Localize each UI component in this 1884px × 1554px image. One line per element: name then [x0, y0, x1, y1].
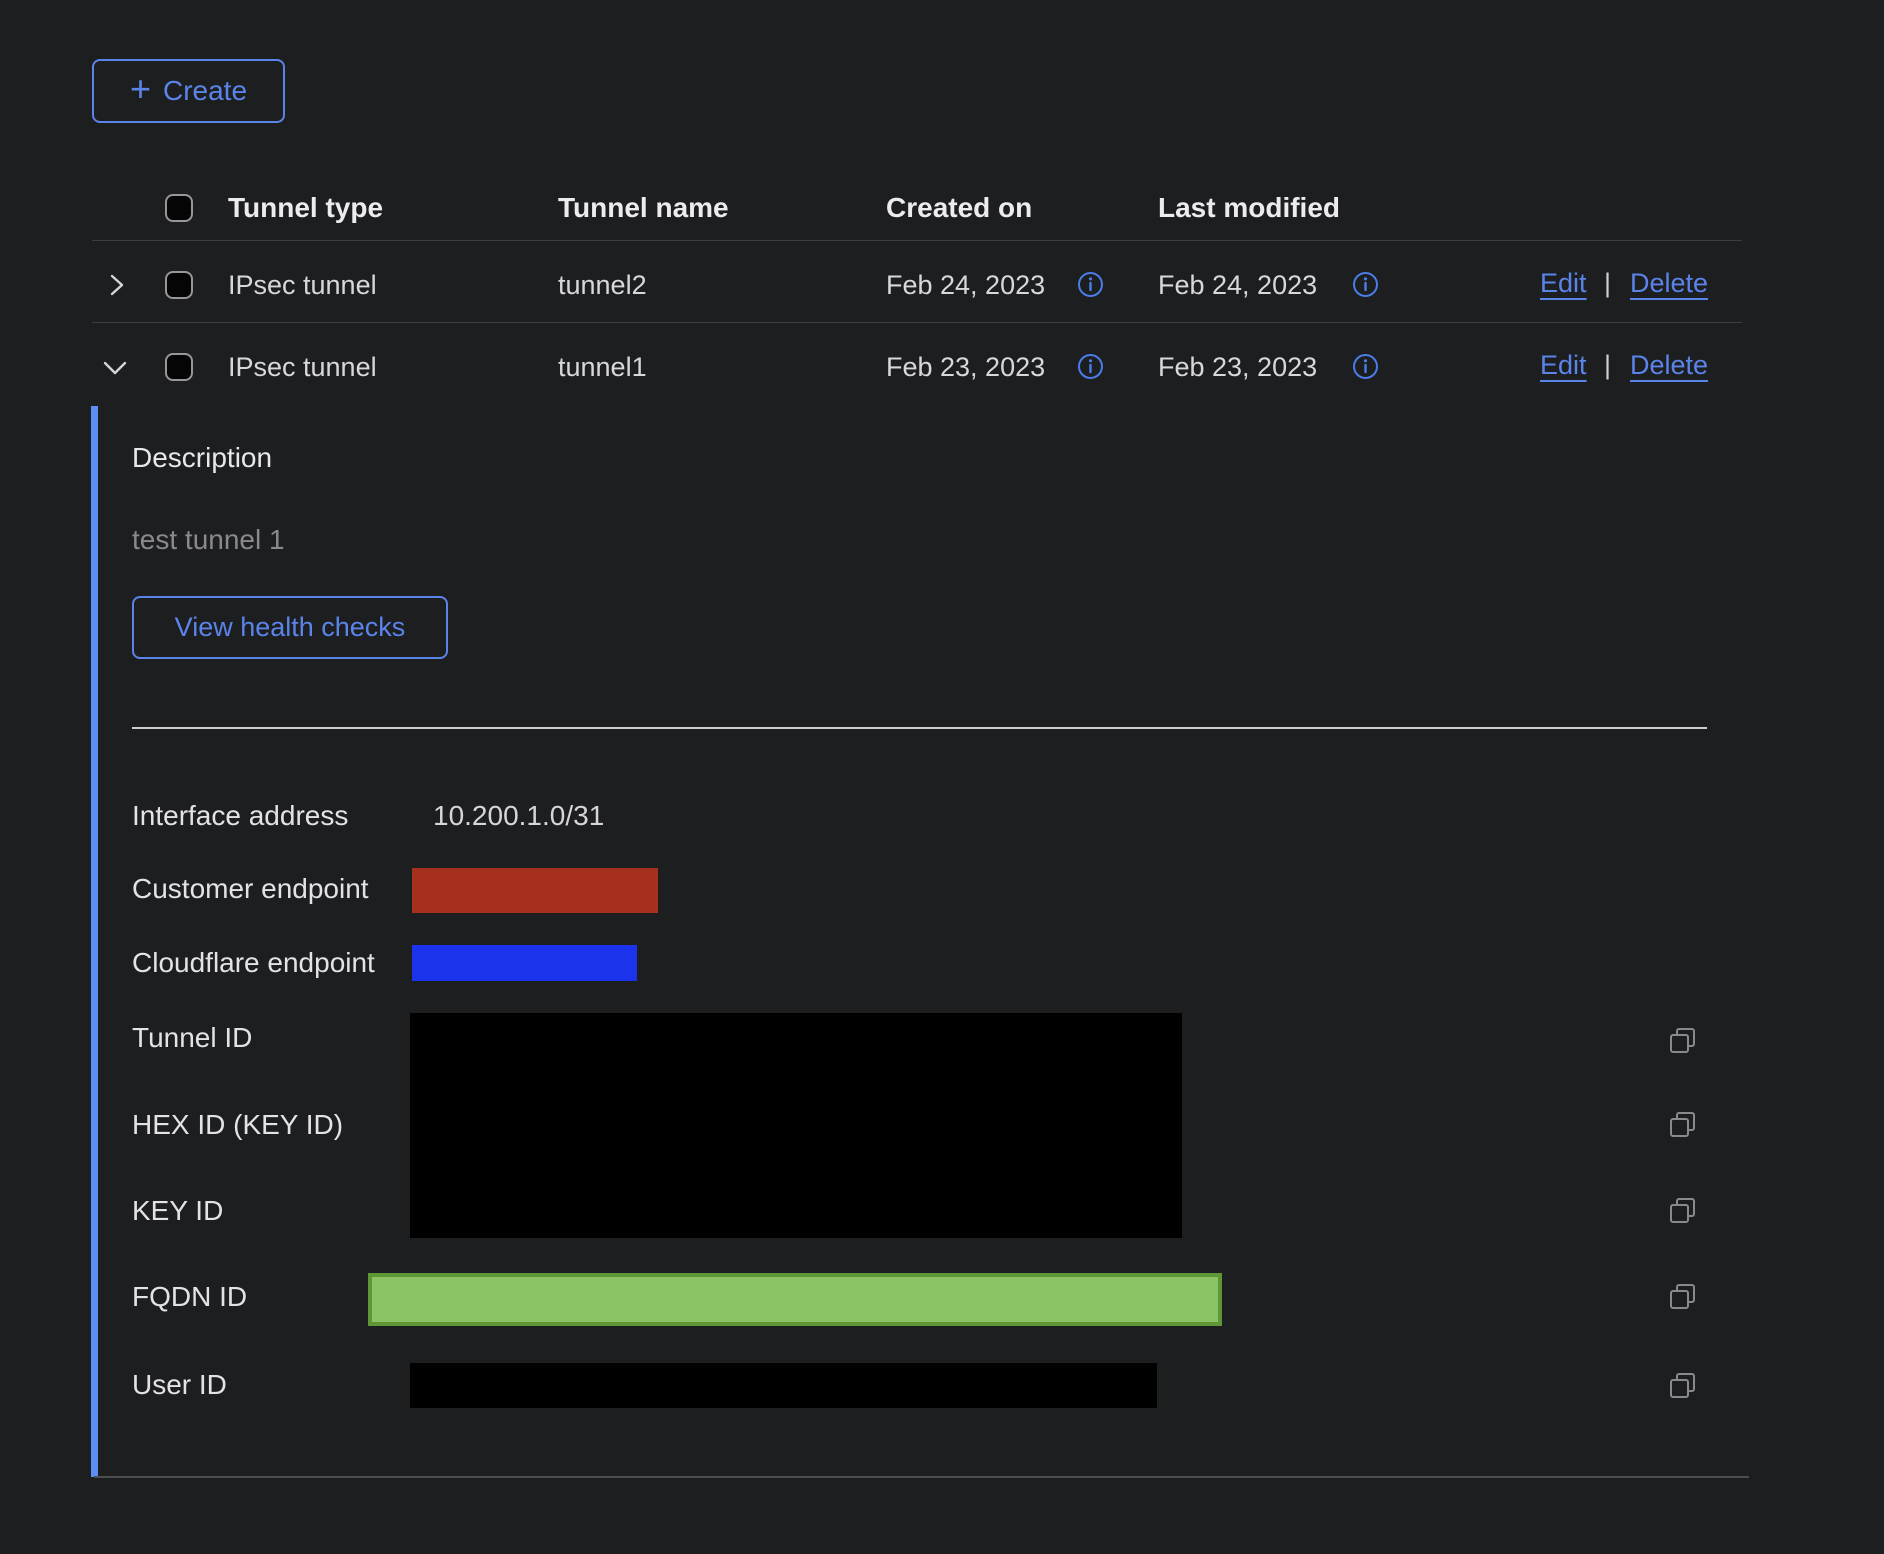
row-divider: [92, 322, 1742, 323]
customer-endpoint-redacted-value: [412, 868, 658, 913]
cell-tunnel-type: IPsec tunnel: [228, 270, 377, 301]
link-separator: |: [1604, 350, 1611, 381]
delete-link[interactable]: Delete: [1630, 350, 1708, 381]
header-created-on: Created on: [886, 192, 1032, 224]
cloudflare-endpoint-label: Cloudflare endpoint: [132, 947, 375, 979]
cell-tunnel-name: tunnel1: [558, 352, 647, 383]
copy-icon[interactable]: [1668, 1110, 1698, 1140]
link-separator: |: [1604, 268, 1611, 299]
info-icon[interactable]: [1352, 353, 1379, 380]
customer-endpoint-label: Customer endpoint: [132, 873, 369, 905]
expanded-row-bottom-border: [94, 1476, 1749, 1478]
copy-icon[interactable]: [1668, 1026, 1698, 1056]
copy-icon[interactable]: [1668, 1282, 1698, 1312]
row-checkbox[interactable]: [165, 353, 193, 381]
interface-address-value: 10.200.1.0/31: [433, 800, 604, 832]
key-id-label: KEY ID: [132, 1195, 223, 1227]
view-health-checks-button[interactable]: View health checks: [132, 596, 448, 659]
ids-redacted-value: [410, 1013, 1182, 1238]
header-tunnel-type: Tunnel type: [228, 192, 383, 224]
chevron-down-icon[interactable]: [100, 356, 130, 380]
cell-created-on: Feb 23, 2023: [886, 352, 1045, 383]
copy-icon[interactable]: [1668, 1371, 1698, 1401]
header-divider: [92, 240, 1742, 241]
fqdn-id-label: FQDN ID: [132, 1281, 247, 1313]
edit-link[interactable]: Edit: [1540, 268, 1587, 299]
page: { "create_button": { "plus": "+", "label…: [0, 0, 1884, 1554]
header-last-modified: Last modified: [1158, 192, 1340, 224]
interface-address-label: Interface address: [132, 800, 348, 832]
cell-last-modified: Feb 23, 2023: [1158, 352, 1317, 383]
description-label: Description: [132, 442, 272, 474]
row-checkbox[interactable]: [165, 271, 193, 299]
cell-last-modified: Feb 24, 2023: [1158, 270, 1317, 301]
copy-icon[interactable]: [1668, 1196, 1698, 1226]
user-id-redacted-value: [410, 1363, 1157, 1408]
cell-created-on: Feb 24, 2023: [886, 270, 1045, 301]
header-tunnel-name: Tunnel name: [558, 192, 729, 224]
hex-id-label: HEX ID (KEY ID): [132, 1109, 343, 1141]
panel-divider: [132, 727, 1707, 729]
info-icon[interactable]: [1077, 353, 1104, 380]
plus-icon: +: [130, 71, 151, 107]
edit-link[interactable]: Edit: [1540, 350, 1587, 381]
create-button[interactable]: + Create: [92, 59, 285, 123]
cell-tunnel-name: tunnel2: [558, 270, 647, 301]
info-icon[interactable]: [1077, 271, 1104, 298]
chevron-right-icon[interactable]: [104, 272, 130, 298]
user-id-label: User ID: [132, 1369, 227, 1401]
cell-tunnel-type: IPsec tunnel: [228, 352, 377, 383]
create-button-label: Create: [163, 75, 247, 107]
delete-link[interactable]: Delete: [1630, 268, 1708, 299]
fqdn-id-redacted-value: [368, 1273, 1222, 1326]
cloudflare-endpoint-redacted-value: [412, 945, 637, 981]
expanded-row-indicator-bar: [91, 406, 98, 1477]
select-all-checkbox[interactable]: [165, 194, 193, 222]
tunnel-id-label: Tunnel ID: [132, 1022, 252, 1054]
description-value: test tunnel 1: [132, 524, 285, 556]
info-icon[interactable]: [1352, 271, 1379, 298]
